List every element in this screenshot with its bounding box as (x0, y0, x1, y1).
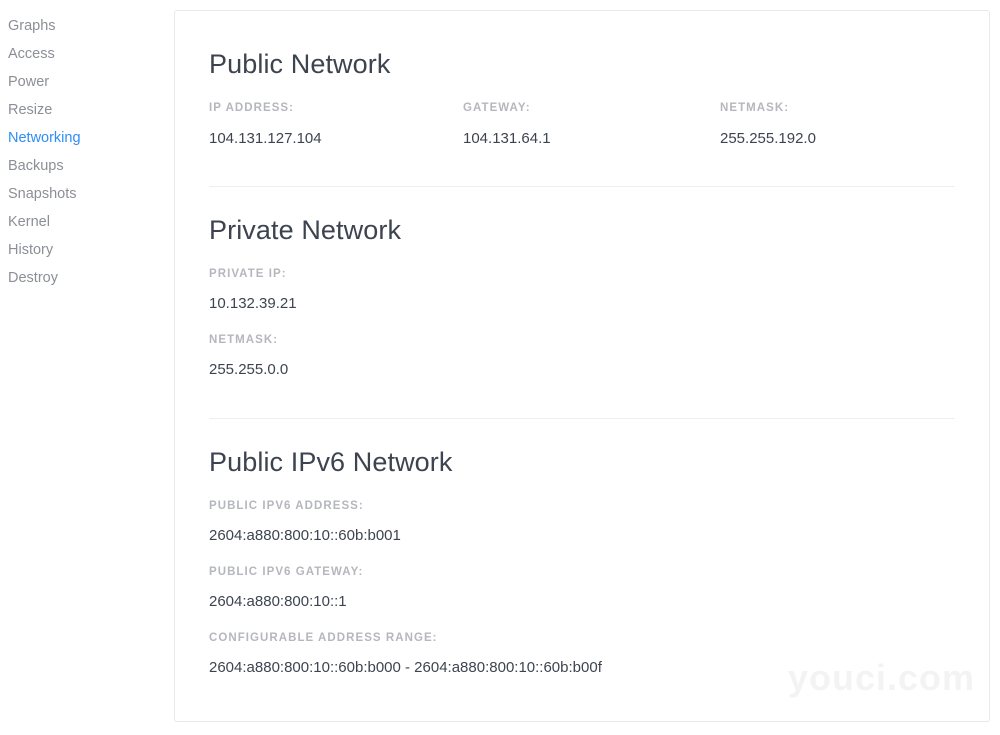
ipv6-gateway-label: PUBLIC IPV6 GATEWAY: (209, 566, 364, 578)
public-network-section: Public Network IP ADDRESS: 104.131.127.1… (175, 11, 989, 158)
public-network-fields: IP ADDRESS: 104.131.127.104 GATEWAY: 104… (209, 102, 955, 158)
private-network-section: Private Network PRIVATE IP: 10.132.39.21… (175, 187, 989, 378)
sidebar-item-destroy[interactable]: Destroy (0, 264, 174, 292)
netmask-label: NETMASK: (720, 102, 790, 114)
field-ipv6-configurable-range: CONFIGURABLE ADDRESS RANGE: 2604:a880:80… (209, 632, 955, 676)
sidebar-item-history[interactable]: History (0, 236, 174, 264)
field-ipv6-address: PUBLIC IPV6 ADDRESS: 2604:a880:800:10::6… (209, 500, 955, 544)
private-network-title: Private Network (209, 215, 402, 245)
field-ip-address: IP ADDRESS: 104.131.127.104 (209, 102, 322, 147)
public-ipv6-network-title: Public IPv6 Network (209, 447, 453, 477)
public-ipv6-network-section: Public IPv6 Network PUBLIC IPV6 ADDRESS:… (175, 419, 989, 676)
public-network-title: Public Network (209, 49, 391, 79)
ip-address-value: 104.131.127.104 (209, 130, 322, 147)
ip-address-label: IP ADDRESS: (209, 102, 295, 114)
gateway-value: 104.131.64.1 (463, 130, 551, 147)
ipv6-address-value: 2604:a880:800:10::60b:b001 (209, 527, 401, 544)
ipv6-range-label: CONFIGURABLE ADDRESS RANGE: (209, 632, 438, 644)
sidebar-item-access[interactable]: Access (0, 40, 174, 68)
gateway-label: GATEWAY: (463, 102, 531, 114)
sidebar-item-backups[interactable]: Backups (0, 152, 174, 180)
field-ipv6-gateway: PUBLIC IPV6 GATEWAY: 2604:a880:800:10::1 (209, 566, 955, 610)
ipv6-range-value: 2604:a880:800:10::60b:b000 - 2604:a880:8… (209, 659, 602, 676)
sidebar-item-snapshots[interactable]: Snapshots (0, 180, 174, 208)
field-private-netmask: NETMASK: 255.255.0.0 (209, 334, 955, 378)
ipv6-gateway-value: 2604:a880:800:10::1 (209, 593, 347, 610)
field-netmask: NETMASK: 255.255.192.0 (720, 102, 816, 147)
sidebar-nav: Graphs Access Power Resize Networking Ba… (0, 0, 174, 735)
private-ip-label: PRIVATE IP: (209, 268, 287, 280)
sidebar-item-graphs[interactable]: Graphs (0, 12, 174, 40)
sidebar-item-networking[interactable]: Networking (0, 124, 174, 152)
private-netmask-label: NETMASK: (209, 334, 279, 346)
sidebar-item-resize[interactable]: Resize (0, 96, 174, 124)
private-ip-value: 10.132.39.21 (209, 295, 297, 312)
networking-panel: Public Network IP ADDRESS: 104.131.127.1… (174, 10, 990, 722)
netmask-value: 255.255.192.0 (720, 130, 816, 147)
field-gateway: GATEWAY: 104.131.64.1 (463, 102, 551, 147)
private-netmask-value: 255.255.0.0 (209, 361, 289, 378)
ipv6-address-label: PUBLIC IPV6 ADDRESS: (209, 500, 364, 512)
sidebar-item-power[interactable]: Power (0, 68, 174, 96)
sidebar-item-kernel[interactable]: Kernel (0, 208, 174, 236)
field-private-ip: PRIVATE IP: 10.132.39.21 (209, 268, 955, 312)
